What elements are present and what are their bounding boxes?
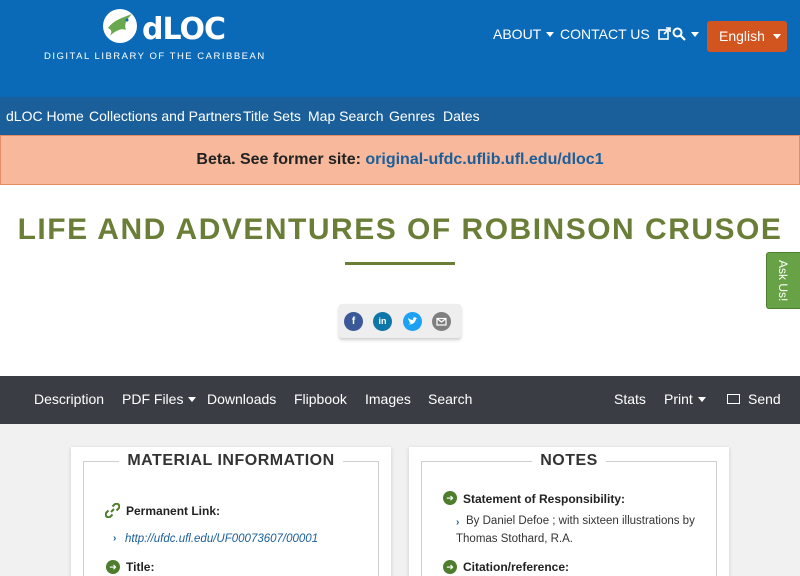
tab-stats[interactable]: Stats bbox=[614, 391, 646, 407]
tab-flipbook[interactable]: Flipbook bbox=[294, 391, 347, 407]
notes-card: NOTES ➜ Statement of Responsibility: › B… bbox=[409, 447, 729, 576]
ask-us-label: Ask Us! bbox=[776, 260, 790, 302]
language-label: English bbox=[719, 28, 765, 44]
facebook-icon[interactable]: f bbox=[344, 312, 363, 331]
share-bar: f in bbox=[339, 304, 461, 338]
chevron-down-icon bbox=[772, 33, 781, 39]
tab-images[interactable]: Images bbox=[365, 391, 411, 407]
nav-collections-partners[interactable]: Collections and Partners bbox=[89, 108, 242, 124]
contact-link[interactable]: CONTACT US bbox=[560, 26, 671, 46]
envelope-icon bbox=[727, 394, 740, 405]
nav-title-sets[interactable]: Title Sets bbox=[243, 108, 301, 124]
statement-value: By Daniel Defoe ; with sixteen illustrat… bbox=[456, 515, 695, 545]
citation-label: Citation/reference: bbox=[463, 560, 570, 574]
twitter-icon[interactable] bbox=[403, 312, 422, 331]
material-info-card: MATERIAL INFORMATION Permanent Link: › h… bbox=[71, 447, 391, 576]
main-nav: dLOC Home Collections and Partners Title… bbox=[0, 97, 800, 135]
email-icon[interactable] bbox=[432, 312, 451, 331]
send-button[interactable]: Send bbox=[727, 391, 781, 407]
arrow-circle-right-icon: ➜ bbox=[443, 491, 457, 505]
search-menu[interactable] bbox=[672, 26, 699, 46]
title-divider bbox=[345, 262, 455, 265]
dloc-logo[interactable]: dLOC DIGITAL LIBRARY OF THE CARIBBEAN bbox=[44, 6, 264, 66]
material-info-heading: MATERIAL INFORMATION bbox=[71, 452, 391, 470]
chevron-down-icon bbox=[546, 31, 555, 37]
statement-label: Statement of Responsibility: bbox=[463, 492, 626, 506]
arrow-circle-right-icon: ➜ bbox=[443, 560, 457, 574]
tab-description[interactable]: Description bbox=[34, 391, 104, 407]
permanent-link[interactable]: http://ufdc.ufl.edu/UF00073607/00001 bbox=[125, 530, 318, 548]
nav-dates[interactable]: Dates bbox=[443, 108, 480, 124]
nav-genres[interactable]: Genres bbox=[389, 108, 435, 124]
beta-text: Beta. See former site: bbox=[196, 151, 361, 168]
print-menu[interactable]: Print bbox=[664, 391, 706, 407]
notes-heading: NOTES bbox=[409, 452, 729, 470]
about-label: ABOUT bbox=[493, 26, 542, 42]
title-label: Title: bbox=[126, 560, 155, 574]
linkedin-icon[interactable]: in bbox=[373, 312, 392, 331]
chevron-down-icon bbox=[697, 396, 706, 402]
language-button[interactable]: English bbox=[707, 21, 787, 52]
tab-downloads[interactable]: Downloads bbox=[207, 391, 276, 407]
chevron-right-icon: › bbox=[113, 533, 117, 544]
beta-banner: Beta. See former site: original-ufdc.ufl… bbox=[0, 135, 800, 185]
about-menu[interactable]: ABOUT bbox=[493, 26, 555, 46]
nav-map-search[interactable]: Map Search bbox=[308, 108, 383, 124]
search-icon bbox=[672, 27, 686, 42]
pdf-files-label: PDF Files bbox=[122, 391, 184, 407]
permanent-link-label: Permanent Link: bbox=[126, 504, 221, 518]
item-nav: Description PDF Files Downloads Flipbook… bbox=[0, 376, 800, 424]
hummingbird-logo-icon bbox=[103, 9, 137, 43]
card-frame bbox=[83, 461, 379, 576]
chevron-down-icon bbox=[691, 31, 699, 37]
ask-us-tab[interactable]: Ask Us! bbox=[766, 252, 800, 309]
print-label: Print bbox=[664, 391, 693, 407]
former-site-link[interactable]: original-ufdc.uflib.ufl.edu/dloc1 bbox=[365, 151, 603, 168]
logo-text: dLOC bbox=[142, 12, 226, 47]
site-header: dLOC DIGITAL LIBRARY OF THE CARIBBEAN AB… bbox=[0, 0, 800, 97]
send-label: Send bbox=[748, 391, 781, 407]
page-title: LIFE AND ADVENTURES OF ROBINSON CRUSOE bbox=[17, 213, 783, 246]
arrow-circle-right-icon: ➜ bbox=[106, 560, 120, 574]
chevron-down-icon bbox=[188, 396, 197, 402]
contact-label: CONTACT US bbox=[560, 26, 650, 42]
nav-dloc-home[interactable]: dLOC Home bbox=[6, 108, 84, 124]
external-link-icon bbox=[657, 27, 671, 41]
logo-subtitle: DIGITAL LIBRARY OF THE CARIBBEAN bbox=[44, 51, 266, 62]
link-icon bbox=[105, 503, 120, 518]
tab-pdf-files[interactable]: PDF Files bbox=[122, 391, 197, 407]
tab-search[interactable]: Search bbox=[428, 391, 472, 407]
